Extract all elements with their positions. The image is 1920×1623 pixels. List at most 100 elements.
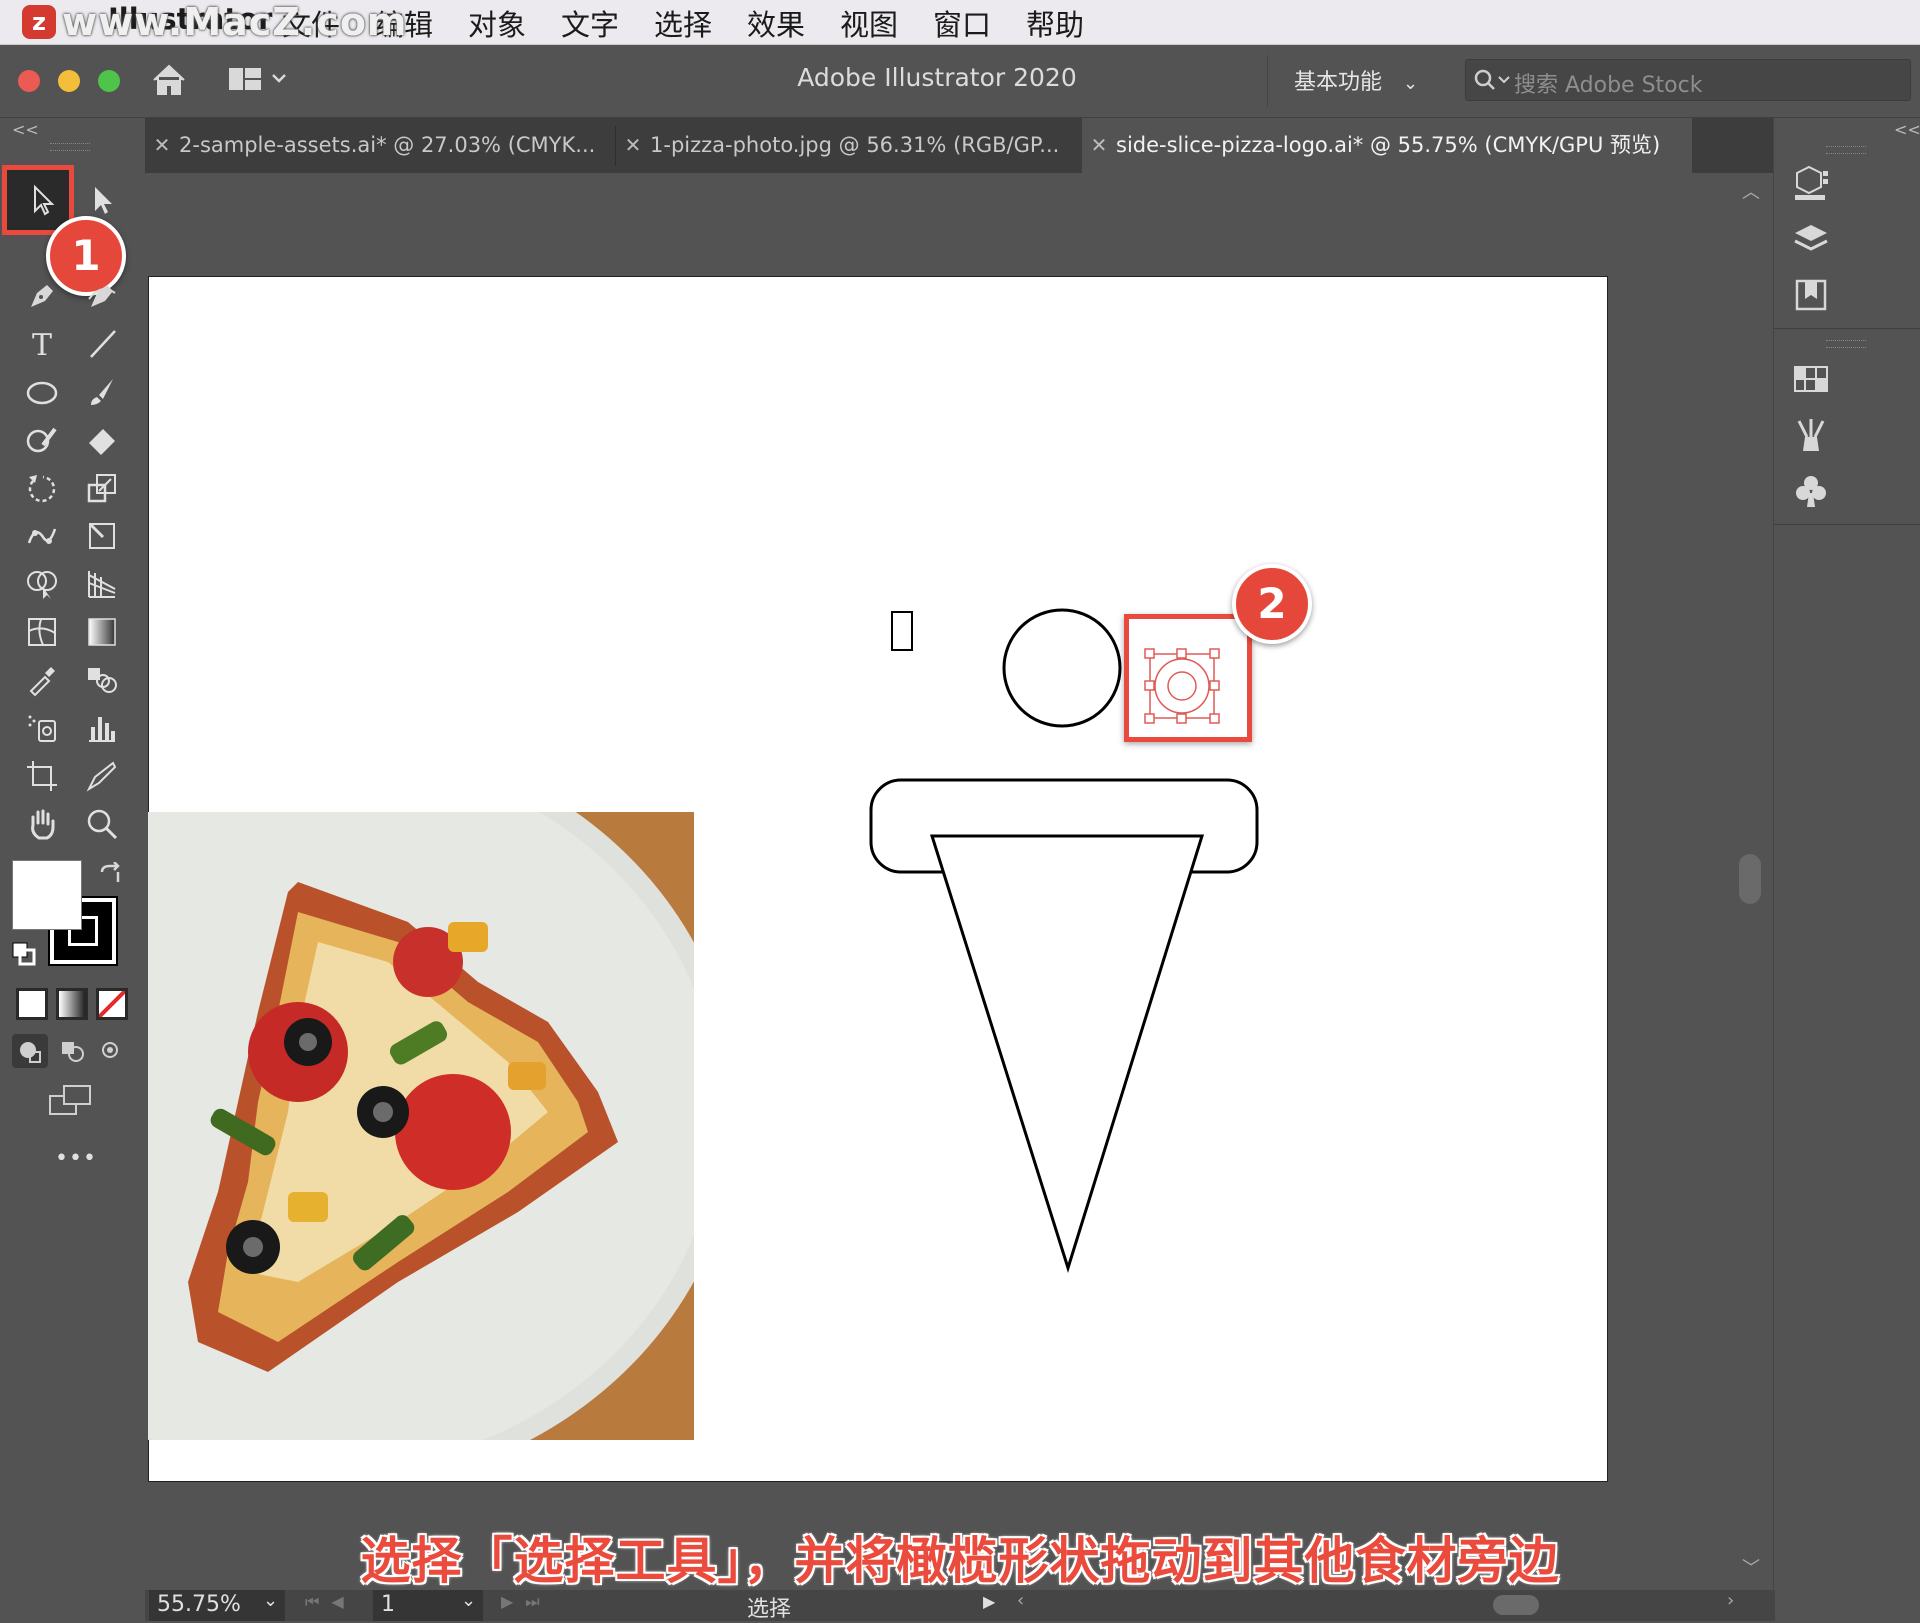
resize-handle[interactable] — [1209, 648, 1220, 659]
hand-tool-button[interactable] — [18, 802, 66, 846]
menu-view[interactable]: 视图 — [840, 2, 898, 44]
swatches-panel-button[interactable] — [1790, 358, 1832, 400]
artboard-tool-button[interactable] — [18, 754, 66, 798]
slice-tool-button[interactable] — [78, 754, 126, 798]
libraries-panel-button[interactable] — [1790, 274, 1832, 316]
tab-sample-assets[interactable]: ✕ 2-sample-assets.ai* @ 27.03% (CMYK... — [145, 118, 615, 173]
edit-toolbar-button[interactable]: ••• — [55, 1146, 97, 1171]
scroll-up-arrow-icon[interactable]: ︿ — [1742, 178, 1760, 204]
change-screen-mode-button[interactable] — [48, 1084, 94, 1122]
collapse-toolbar-button[interactable]: << — [12, 120, 39, 139]
close-icon[interactable]: ✕ — [616, 118, 650, 173]
blend-tool-button[interactable] — [78, 658, 126, 702]
selection-tool-button[interactable] — [18, 178, 66, 222]
grip-handle[interactable] — [50, 143, 90, 151]
scroll-left-arrow-icon[interactable]: ‹ — [1017, 1590, 1024, 1611]
mesh-tool-button[interactable] — [18, 610, 66, 654]
brushes-panel-button[interactable] — [1790, 414, 1832, 456]
free-transform-tool-button[interactable] — [78, 514, 126, 558]
close-icon[interactable]: ✕ — [145, 118, 179, 173]
slice-triangle-shape[interactable] — [929, 834, 1205, 1274]
gradient-tool-button[interactable] — [78, 610, 126, 654]
stock-search-input[interactable]: 搜索 Adobe Stock — [1465, 59, 1911, 101]
club-symbol-icon — [1796, 476, 1826, 507]
resize-handle[interactable] — [1209, 713, 1220, 724]
color-mode-button[interactable] — [16, 988, 48, 1020]
vertical-scrollbar[interactable]: ︿ ﹀ — [1738, 174, 1764, 1594]
pen-tool-button[interactable] — [18, 274, 66, 318]
menu-help[interactable]: 帮助 — [1026, 2, 1084, 44]
shaper-tool-button[interactable] — [18, 418, 66, 462]
rotate-tool-button[interactable] — [18, 466, 66, 510]
grip-handle[interactable] — [1826, 146, 1866, 154]
hand-icon — [31, 809, 55, 840]
horizontal-scrollbar[interactable]: ‹ › — [1015, 1590, 1755, 1621]
tab-pizza-logo[interactable]: ✕ side-slice-pizza-logo.ai* @ 55.75% (CMY… — [1082, 118, 1692, 173]
eyedropper-tool-button[interactable] — [18, 658, 66, 702]
menu-effect[interactable]: 效果 — [747, 2, 805, 44]
none-slash-icon — [99, 991, 125, 1017]
tutorial-caption: 选择「选择工具」，并将橄榄形状拖动到其他食材旁边 — [360, 1531, 1560, 1591]
pepperoni-circle-shape[interactable] — [1002, 608, 1122, 728]
draw-normal-button[interactable] — [12, 1034, 48, 1068]
fill-color-swatch[interactable] — [12, 860, 82, 930]
apple-icon[interactable]: z — [22, 5, 56, 39]
resize-handle[interactable] — [1144, 713, 1155, 724]
zoom-field[interactable]: 55.75% ⌄ — [149, 1590, 285, 1621]
puppet-warp-tool-button[interactable] — [18, 514, 66, 558]
type-icon: T — [32, 328, 52, 361]
draw-inside-button[interactable] — [96, 1034, 132, 1068]
ellipse-tool-button[interactable] — [18, 370, 66, 414]
gradient-mode-button[interactable] — [56, 988, 88, 1020]
first-artboard-icon[interactable]: ⏮◀ — [305, 1592, 356, 1612]
scrollbar-thumb[interactable] — [1493, 1595, 1539, 1615]
brushes-icon — [1797, 419, 1825, 451]
draw-behind-button[interactable] — [54, 1034, 90, 1068]
resize-handle[interactable] — [1176, 648, 1187, 659]
zoom-tool-button[interactable] — [78, 802, 126, 846]
curvature-tool-button[interactable] — [78, 274, 126, 318]
scrollbar-thumb[interactable] — [1739, 854, 1761, 904]
play-arrow-icon[interactable]: ▶ — [983, 1592, 995, 1611]
close-icon[interactable]: ✕ — [1082, 118, 1116, 173]
workspace-switcher[interactable]: 基本功能 ⌄ — [1294, 64, 1418, 96]
shape-builder-tool-button[interactable] — [18, 562, 66, 606]
search-icon — [1474, 69, 1510, 90]
menu-window[interactable]: 窗口 — [933, 2, 991, 44]
paintbrush-tool-button[interactable] — [78, 370, 126, 414]
default-fill-stroke-icon[interactable] — [12, 942, 36, 970]
layers-panel-button[interactable] — [1790, 218, 1832, 260]
symbol-sprayer-tool-button[interactable] — [18, 706, 66, 750]
magnifier-icon — [87, 809, 118, 840]
resize-handle[interactable] — [1176, 713, 1187, 724]
menu-object[interactable]: 对象 — [468, 2, 526, 44]
collapse-panels-button[interactable]: << — [1894, 120, 1920, 139]
line-tool-button[interactable] — [78, 322, 126, 366]
olive-shape[interactable] — [1142, 646, 1222, 726]
perspective-grid-tool-button[interactable] — [78, 562, 126, 606]
resize-handle[interactable] — [1144, 680, 1155, 691]
direct-selection-icon — [95, 187, 112, 214]
small-rectangle-shape[interactable] — [891, 611, 913, 651]
scroll-right-arrow-icon[interactable]: › — [1727, 1590, 1734, 1611]
symbols-panel-button[interactable] — [1790, 470, 1832, 512]
artboard-number-field[interactable]: 1 ⌄ — [373, 1590, 483, 1621]
tab-pizza-photo[interactable]: ✕ 1-pizza-photo.jpg @ 56.31% (RGB/GP... — [616, 118, 1082, 173]
grip-handle[interactable] — [1826, 340, 1866, 348]
column-graph-tool-button[interactable] — [78, 706, 126, 750]
chevron-down-icon: ⌄ — [263, 1590, 279, 1611]
resize-handle[interactable] — [1144, 648, 1155, 659]
type-tool-button[interactable]: T — [18, 322, 66, 366]
none-mode-button[interactable] — [96, 988, 128, 1020]
menu-type[interactable]: 文字 — [561, 2, 619, 44]
draw-inside-icon — [102, 1042, 118, 1058]
scale-tool-button[interactable] — [78, 466, 126, 510]
last-artboard-icon[interactable]: ▶⏭ — [501, 1592, 552, 1612]
menu-select[interactable]: 选择 — [654, 2, 712, 44]
resize-handle[interactable] — [1209, 680, 1220, 691]
properties-panel-button[interactable] — [1790, 162, 1832, 204]
pizza-photo[interactable] — [148, 812, 694, 1440]
swap-fill-stroke-icon[interactable] — [98, 861, 124, 892]
selection-arrow-icon — [34, 184, 55, 216]
eraser-tool-button[interactable] — [78, 418, 126, 462]
